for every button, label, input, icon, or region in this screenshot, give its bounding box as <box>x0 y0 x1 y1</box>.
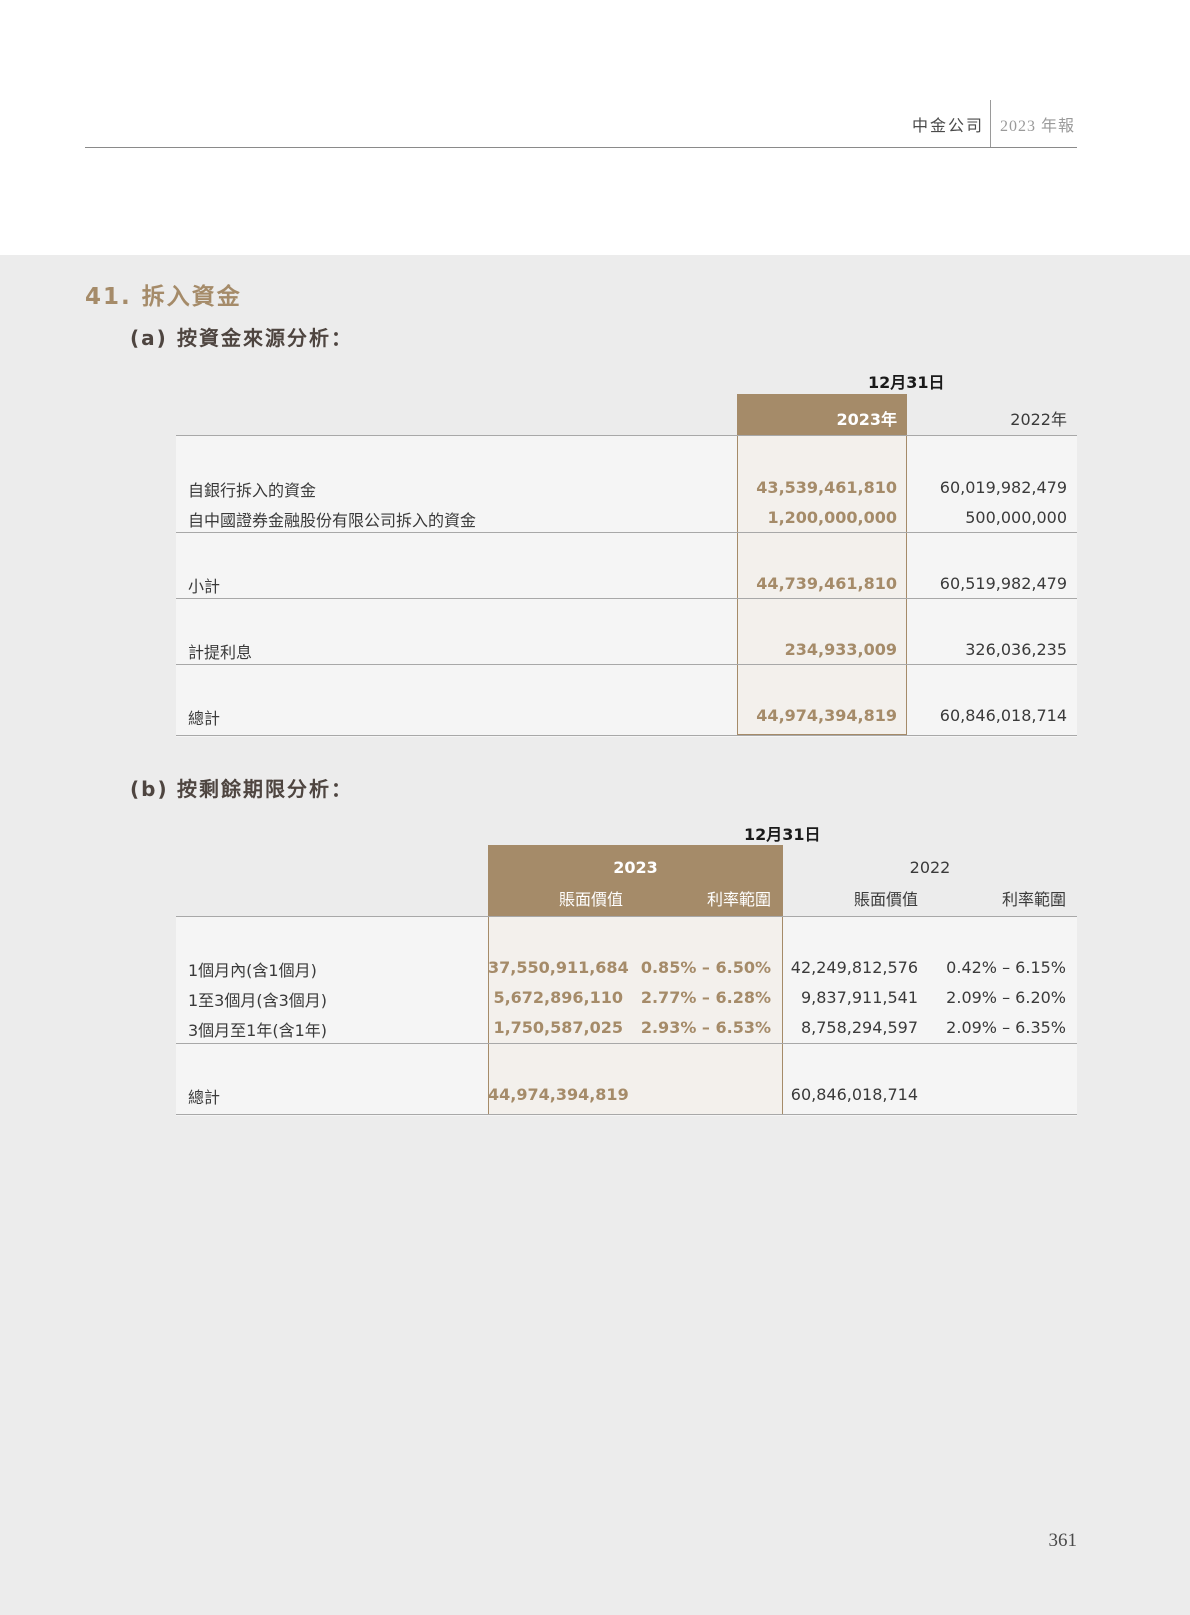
interest-2023: 234,933,009 <box>784 640 897 659</box>
table-row-book-2023: 5,672,896,110 <box>493 988 623 1007</box>
table-row-book-2022: 8,758,294,597 <box>800 1018 918 1037</box>
header-company: 中金公司 <box>911 116 984 135</box>
subtotal-label: 小計 <box>188 577 221 596</box>
total-label: 總計 <box>188 709 221 728</box>
table-row-rate-2022: 2.09% – 6.35% <box>946 1018 1066 1037</box>
table-row-book-2023: 37,550,911,684 <box>488 958 629 977</box>
table-row-rate-2022: 2.09% – 6.20% <box>946 988 1066 1007</box>
interest-2022: 326,036,235 <box>965 640 1067 659</box>
header-report-title: 2023 年報 <box>1000 118 1076 135</box>
table-b-year-2023: 2023 <box>613 858 658 877</box>
table-b-2023-book-header: 賬面價值 <box>558 890 623 909</box>
subtotal-2022: 60,519,982,479 <box>939 574 1067 593</box>
table-row-label: 自中國證券金融股份有限公司拆入的資金 <box>188 511 477 530</box>
table-row-2022: 500,000,000 <box>965 508 1067 527</box>
table-b-2023-rate-header: 利率範圍 <box>706 890 771 909</box>
table-a-rule <box>176 532 1077 533</box>
table-row-label: 1個月內(含1個月) <box>188 961 317 980</box>
table-row-book-2022: 9,837,911,541 <box>800 988 918 1007</box>
table-row-rate-2023: 2.93% – 6.53% <box>640 1018 771 1037</box>
table-row-label: 1至3個月(含3個月) <box>188 991 328 1010</box>
table-a-col-2022: 2022年 <box>1010 410 1067 429</box>
table-a-rule <box>176 664 1077 665</box>
table-a-date-label: 12月31日 <box>868 373 945 392</box>
page-number: 361 <box>1048 1530 1078 1551</box>
table-a-header-rule <box>176 435 1077 436</box>
part-b-title: (b) 按剩餘期限分析： <box>130 773 353 802</box>
table-row-label: 3個月至1年(含1年) <box>188 1021 328 1040</box>
table-b-2022-rate-header: 利率範圍 <box>1001 890 1066 909</box>
part-b-label: (b) <box>130 777 169 801</box>
table-row-book-2022: 42,249,812,576 <box>790 958 918 977</box>
table-row-2022: 60,019,982,479 <box>939 478 1067 497</box>
table-row-label: 自銀行拆入的資金 <box>188 481 317 500</box>
subtotal-2023: 44,739,461,810 <box>756 574 897 593</box>
table-b-header-rule <box>176 916 1077 917</box>
table-b-year-2022: 2022 <box>909 858 951 877</box>
section-title: 41. 拆入資金 <box>85 277 242 311</box>
header-rule <box>85 147 1077 148</box>
table-row-rate-2023: 2.77% – 6.28% <box>640 988 771 1007</box>
table-row-rate-2023: 0.85% – 6.50% <box>640 958 771 977</box>
table-row-book-2023: 1,750,587,025 <box>493 1018 623 1037</box>
table-b-2022-book-header: 賬面價值 <box>853 890 918 909</box>
table-row-2023: 1,200,000,000 <box>767 508 897 527</box>
table-a-rule <box>176 598 1077 599</box>
total-label: 總計 <box>188 1088 221 1107</box>
table-b-date-label: 12月31日 <box>744 825 821 844</box>
total-2023: 44,974,394,819 <box>756 706 897 725</box>
table-b-bottom-rule <box>176 1114 1077 1115</box>
table-row-rate-2022: 0.42% – 6.15% <box>946 958 1066 977</box>
interest-label: 計提利息 <box>188 643 253 662</box>
table-b-rule <box>176 1043 1077 1044</box>
section-number: 41. <box>85 284 132 310</box>
part-a-title: (a) 按資金來源分析： <box>130 322 353 351</box>
table-row-2023: 43,539,461,810 <box>756 478 897 497</box>
total-book-2022: 60,846,018,714 <box>790 1085 918 1104</box>
header-separator <box>990 100 991 147</box>
table-funding-source: 12月31日 2023年 2022年 自銀行拆入的資金 43,539,461,8… <box>176 365 1077 737</box>
table-a-bottom-rule <box>176 735 1077 736</box>
total-book-2023: 44,974,394,819 <box>488 1085 629 1104</box>
section-title-text: 拆入資金 <box>141 284 242 310</box>
table-remaining-maturity: 12月31日 2023 2022 賬面價值 利率範圍 賬面價值 利率範圍 1個月… <box>176 815 1077 1117</box>
part-a-title-text: 按資金來源分析： <box>177 326 353 350</box>
part-b-title-text: 按剩餘期限分析： <box>177 777 353 801</box>
total-2022: 60,846,018,714 <box>939 706 1067 725</box>
part-a-label: (a) <box>130 326 168 350</box>
table-a-col-2023: 2023年 <box>836 410 897 429</box>
